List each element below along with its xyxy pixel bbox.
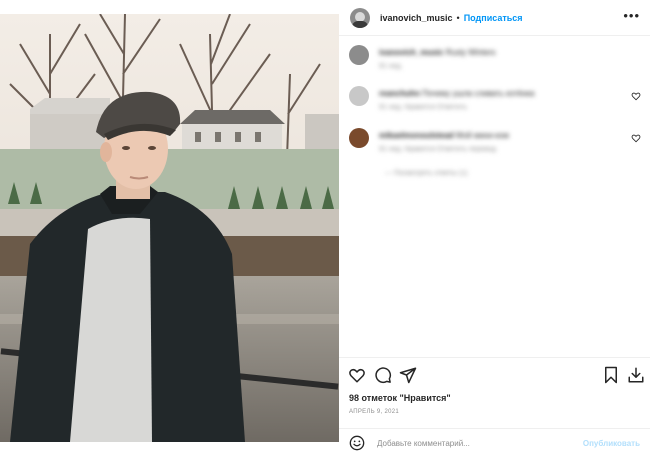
comment-like-icon[interactable]	[631, 91, 641, 101]
heart-icon[interactable]	[348, 366, 366, 384]
comment-like-icon[interactable]	[631, 133, 641, 143]
author-avatar[interactable]	[349, 45, 369, 65]
follow-button[interactable]: Подписаться	[464, 13, 523, 23]
comment-username[interactable]: mikaelmonoulstead	[379, 131, 454, 140]
share-icon[interactable]	[399, 366, 417, 384]
header-separator: •	[456, 12, 460, 23]
post-actions-bar	[339, 357, 650, 392]
author-username[interactable]: ivanovich_music	[380, 13, 453, 23]
comment-text: Почему ушла сливать котёнка	[422, 89, 535, 98]
comment-meta: 91 нед. Нравится Ответить перевод	[379, 146, 496, 153]
download-icon[interactable]	[627, 366, 645, 384]
author-avatar[interactable]	[350, 7, 370, 28]
commenter-avatar[interactable]	[349, 86, 369, 106]
comment-meta: 91 нед.	[379, 63, 403, 70]
comment-meta: 91 нед. Нравится Ответить	[379, 104, 468, 111]
comment-username[interactable]: reanchuhn	[379, 89, 420, 98]
comment-username[interactable]: ivanovich_music	[379, 48, 443, 57]
comment-icon[interactable]	[374, 366, 392, 384]
publish-button[interactable]: Опубликовать	[583, 439, 640, 448]
add-comment-bar: Опубликовать	[339, 428, 650, 457]
post-header: ivanovich_music • Подписаться •••	[339, 0, 650, 36]
post-side-panel: ivanovich_music • Подписаться ••• ivanov…	[339, 0, 650, 456]
emoji-icon[interactable]	[349, 435, 365, 451]
post-photo[interactable]	[0, 14, 339, 442]
instagram-post: ivanovich_music • Подписаться ••• ivanov…	[0, 0, 650, 456]
commenter-avatar[interactable]	[349, 128, 369, 148]
more-options-icon[interactable]: •••	[623, 9, 640, 23]
comment-text: Мой мини-ком	[455, 131, 509, 140]
comment-input[interactable]	[375, 437, 569, 449]
comment-text: Rusty Winters	[445, 48, 496, 57]
likes-count[interactable]: 98 отметок "Нравится"	[349, 393, 451, 403]
bookmark-icon[interactable]	[602, 366, 620, 384]
post-date[interactable]: АПРЕЛЬ 9, 2021	[349, 409, 399, 415]
view-replies-link[interactable]: — Посмотреть ответы (1)	[385, 170, 467, 177]
